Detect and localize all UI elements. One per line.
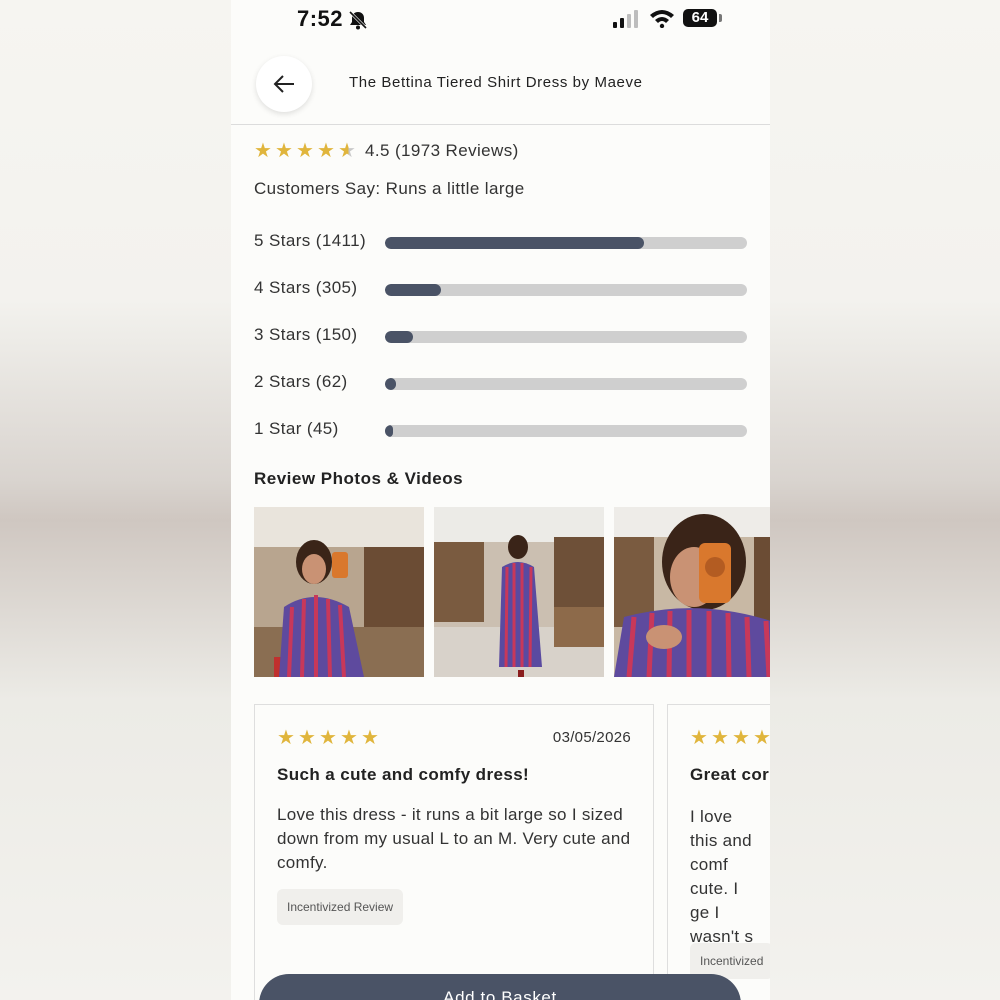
star-icon: ★ [711, 727, 729, 749]
rating-breakdown: 5 Stars (1411) 4 Stars (305) 3 Stars (15… [254, 228, 754, 463]
phone-screen: 7:52 64 The Bettina Tiered Shirt Dress b… [231, 0, 770, 1000]
star-icon: ★ [732, 727, 750, 749]
rating-bar-fill [385, 237, 644, 249]
rating-label: 5 Stars (1411) [254, 231, 367, 250]
rating-label: 1 Star (45) [254, 419, 339, 438]
arrow-left-icon [273, 75, 294, 93]
review-photo[interactable] [434, 507, 604, 677]
rating-row-1[interactable]: 1 Star (45) [254, 416, 754, 463]
rating-bar-track [385, 378, 747, 390]
star-icon: ★ [753, 727, 770, 749]
rating-bar-fill [385, 284, 442, 296]
star-icon: ★ [298, 727, 316, 749]
rating-bar-fill [385, 425, 394, 437]
section-title-photos: Review Photos & Videos [254, 469, 464, 488]
review-photos-carousel[interactable] [254, 507, 770, 677]
review-title: Such a cute and comfy dress! [277, 765, 530, 784]
rating-row-3[interactable]: 3 Stars (150) [254, 322, 754, 369]
review-card[interactable]: ★ ★ ★ ★ Great cor I love this and comf c… [667, 704, 770, 1000]
star-icon: ★ [296, 140, 314, 162]
review-photo[interactable] [614, 507, 770, 677]
rating-bar-track [385, 425, 747, 437]
rating-summary: ★ ★ ★ ★ ★ 4.5 (1973 Reviews) [254, 140, 754, 162]
star-icon: ★ [690, 727, 708, 749]
rating-bar-fill [385, 331, 413, 343]
rating-row-2[interactable]: 2 Stars (62) [254, 369, 754, 416]
review-date: 03/05/2026 [552, 729, 631, 746]
rating-row-5[interactable]: 5 Stars (1411) [254, 228, 754, 275]
wifi-icon [650, 10, 674, 28]
status-time: 7:52 [297, 6, 344, 31]
page-title: The Bettina Tiered Shirt Dress by Maeve [349, 74, 643, 91]
add-to-basket-button[interactable]: Add to Basket [259, 974, 741, 1000]
star-icon: ★ [254, 140, 272, 162]
rating-bar-track [385, 237, 747, 249]
star-half-icon: ★ [338, 140, 359, 162]
review-body: Love this dress - it runs a bit large so… [277, 805, 631, 872]
star-icon: ★ [340, 727, 358, 749]
page-header: The Bettina Tiered Shirt Dress by Maeve [231, 40, 770, 125]
cellular-signal-icon [613, 10, 638, 28]
star-icon: ★ [319, 727, 337, 749]
review-stars: ★ ★ ★ ★ ★ [277, 727, 382, 749]
rating-label: 4 Stars (305) [254, 278, 358, 297]
star-icon: ★ [361, 727, 379, 749]
review-photo[interactable] [254, 507, 424, 677]
rating-bar-fill [385, 378, 397, 390]
status-bar: 7:52 64 [231, 0, 770, 40]
battery-tip [719, 14, 722, 22]
star-icon: ★ [275, 140, 293, 162]
rating-label: 2 Stars (62) [254, 372, 348, 391]
bell-muted-icon [348, 10, 368, 30]
rating-count: 4.5 (1973 Reviews) [365, 141, 519, 160]
review-stars: ★ ★ ★ ★ [690, 727, 770, 749]
star-icon: ★ [277, 727, 295, 749]
rating-bar-track [385, 284, 747, 296]
review-card[interactable]: ★ ★ ★ ★ ★ 03/05/2026 Such a cute and com… [254, 704, 654, 1000]
rating-bar-track [385, 331, 747, 343]
star-icon: ★ [317, 140, 335, 162]
battery-indicator: 64 [683, 9, 717, 27]
rating-label: 3 Stars (150) [254, 325, 358, 344]
review-title: Great cor [690, 765, 770, 784]
fit-summary: Customers Say: Runs a little large [254, 179, 525, 198]
back-button[interactable] [256, 56, 312, 112]
incentivized-badge: Incentivized Review [277, 889, 404, 925]
rating-row-4[interactable]: 4 Stars (305) [254, 275, 754, 322]
